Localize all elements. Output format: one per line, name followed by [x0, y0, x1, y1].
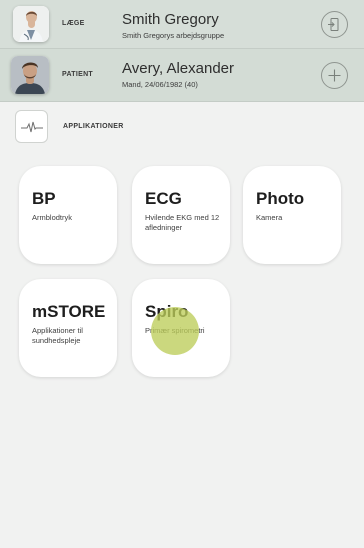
doctor-group: Smith Gregorys arbejdsgruppe	[122, 31, 225, 40]
applications-header: APPLIKATIONER	[0, 102, 364, 150]
doctor-avatar	[13, 6, 49, 42]
tile-description: Kamera	[256, 213, 283, 222]
add-patient-button[interactable]	[321, 62, 348, 89]
logout-button[interactable]	[321, 11, 348, 38]
app-tile-mstore[interactable]: mSTORE Applikationer til sundhedspleje	[19, 279, 117, 377]
applications-label: APPLIKATIONER	[63, 123, 124, 130]
tile-title: Photo	[256, 189, 305, 208]
applications-icon-box[interactable]	[15, 110, 48, 143]
tile-title: BP	[32, 189, 56, 208]
app-tile-photo[interactable]: Photo Kamera	[243, 166, 341, 264]
doctor-row[interactable]: LÆGE Smith Gregory Smith Gregorys arbejd…	[0, 0, 364, 49]
patient-avatar	[11, 56, 49, 94]
touch-indicator	[151, 307, 199, 355]
app-tile-bp[interactable]: BP Armblodtryk	[19, 166, 117, 264]
doctor-name: Smith Gregory	[122, 11, 219, 28]
app-tile-ecg[interactable]: ECG Hvilende EKG med 12 afledninger	[132, 166, 230, 264]
add-icon	[328, 69, 341, 82]
tile-title: ECG	[145, 189, 182, 208]
patient-details: Mand, 24/06/1982 (40)	[122, 80, 198, 89]
tile-description: Armblodtryk	[32, 213, 73, 222]
doctor-role-label: LÆGE	[62, 20, 85, 27]
patient-role-label: PATIENT	[62, 71, 94, 78]
patient-row[interactable]: PATIENT Avery, Alexander Mand, 24/06/198…	[0, 49, 364, 102]
logout-icon	[328, 18, 339, 31]
tile-description: Applikationer til sundhedspleje	[32, 326, 83, 345]
tile-title: mSTORE	[32, 302, 106, 321]
patient-name: Avery, Alexander	[122, 60, 235, 77]
tile-description: Hvilende EKG med 12 afledninger	[145, 213, 220, 232]
waveform-icon	[20, 121, 43, 132]
